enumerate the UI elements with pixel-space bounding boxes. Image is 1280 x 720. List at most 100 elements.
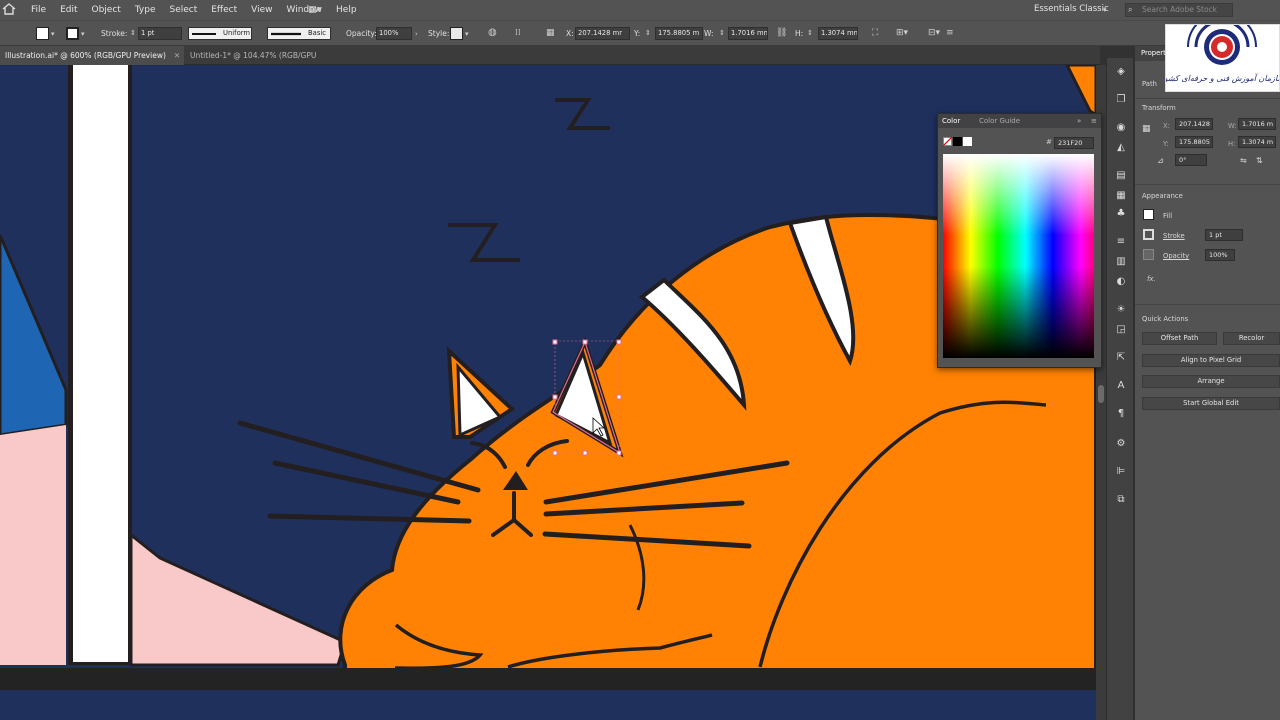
opacity-label[interactable]: Opacity [1163,252,1189,260]
flip-vertical-icon[interactable]: ⇅ [1256,156,1263,165]
transform-icon[interactable]: ⛶ [872,28,878,38]
w-field[interactable]: 1.7016 m [1238,118,1276,130]
variable-width-profile[interactable]: Uniform [188,27,252,40]
start-global-edit-button[interactable]: Start Global Edit [1142,397,1280,410]
color-spectrum[interactable] [943,154,1094,358]
isolate-icon[interactable]: ⊟▾ [928,28,940,38]
graphic-style-swatch[interactable] [450,27,463,40]
stroke-icon[interactable]: ≡ [1115,236,1127,248]
transparency-icon[interactable]: ◐ [1115,276,1127,288]
rotate-field[interactable]: 0° [1175,154,1207,166]
x-field[interactable]: 207.1428 m [1175,118,1213,130]
menu-object[interactable]: Object [85,0,128,20]
flip-horizontal-icon[interactable]: ⇋ [1240,156,1247,165]
stepper-icon[interactable]: ⇕ [807,28,813,38]
export-icon[interactable]: ⇱ [1115,352,1127,364]
offset-path-button[interactable]: Offset Path [1142,332,1217,345]
home-icon[interactable] [2,3,18,17]
chevron-down-icon[interactable]: ▾ [81,29,85,39]
menu-help[interactable]: Help [329,0,364,20]
recolor-artwork-icon[interactable]: ◍ [488,28,497,38]
search-input[interactable]: Search Adobe Stock [1125,3,1233,17]
menu-select[interactable]: Select [162,0,204,20]
pathfinder-icon[interactable]: ⧉ [1115,494,1127,506]
reference-point-icon[interactable]: ▦ [1142,124,1151,134]
chevron-right-icon[interactable]: › [415,29,418,39]
paragraph-icon[interactable]: ¶ [1115,408,1127,420]
fx-button[interactable]: fx. [1147,275,1156,283]
stroke-swatch[interactable] [1143,229,1154,240]
h-field[interactable]: 1.3074 m [1238,136,1276,148]
opacity-field[interactable]: 100% [1205,249,1235,261]
tab-untitled[interactable]: Untitled-1* @ 104.47% (RGB/GPU Preview)✕ [185,46,365,79]
tab-color[interactable]: Color [942,116,960,126]
w-field[interactable]: 1.7016 mm [728,27,768,40]
selection-handle[interactable] [552,394,558,400]
character-icon[interactable]: A [1115,380,1127,392]
tab-color-guide[interactable]: Color Guide [979,116,1020,126]
selection-handle[interactable] [616,450,622,456]
stroke-weight-field[interactable]: 1 pt [1205,229,1243,241]
y-field[interactable]: 175.8805 m [1175,136,1213,148]
selection-handle[interactable] [552,450,558,456]
stepper-icon[interactable]: ⇕ [130,28,136,38]
chevron-down-icon[interactable]: ▾ [465,29,469,39]
chevron-down-icon[interactable]: ▾ [51,29,55,39]
gradient-icon[interactable]: ▥ [1115,256,1127,268]
layers-icon[interactable]: ◈ [1115,66,1127,78]
scrollbar-thumb[interactable] [1098,385,1104,403]
menu-window[interactable]: Window [280,0,330,20]
close-icon[interactable]: ✕ [174,51,180,60]
align-panel-icon[interactable]: ⊫ [1115,466,1127,478]
arrange-documents-icon[interactable]: ▦▾ [308,5,321,15]
artboard-canvas[interactable] [0,65,1096,720]
settings-icon[interactable]: ⚙ [1115,438,1127,450]
fill-swatch[interactable] [36,27,49,40]
h-field[interactable]: 1.3074 mm [818,27,858,40]
fill-swatch[interactable] [1143,209,1154,220]
chevron-down-icon[interactable]: ▾ [1103,5,1107,15]
recolor-button[interactable]: Recolor [1223,332,1280,345]
opacity-field[interactable]: 100% [376,27,412,40]
properties-title[interactable]: Propert [1141,49,1166,57]
stepper-icon[interactable]: ⇕ [719,28,725,38]
x-field[interactable]: 207.1428 mr [575,27,630,40]
menu-edit[interactable]: Edit [53,0,84,20]
menu-type[interactable]: Type [128,0,163,20]
align-to-pixel-grid-button[interactable]: Align to Pixel Grid [1142,354,1280,367]
tab-illustration[interactable]: Illustration.ai* @ 600% (RGB/GPU Preview… [0,46,184,65]
align-icon[interactable]: ⁞⁞ [515,28,521,38]
appearance-icon[interactable]: ☀ [1115,304,1127,316]
white-swatch[interactable] [963,137,972,146]
panel-menu-icon[interactable]: ≡ [1091,116,1097,126]
reference-point-icon[interactable]: ▦ [546,28,555,38]
selection-handle[interactable] [582,450,588,456]
hex-input[interactable]: 231F20 [1054,137,1094,149]
menu-file[interactable]: File [24,0,53,20]
color-icon[interactable]: ◉ [1115,122,1127,134]
selection-handle[interactable] [616,394,622,400]
selection-handle[interactable] [552,339,558,345]
stroke-weight-field[interactable]: 1 pt [138,27,182,40]
constrain-proportions-icon[interactable]: ⛓ [776,28,787,38]
none-swatch[interactable] [943,137,952,146]
black-swatch[interactable] [953,137,962,146]
brush-definition[interactable]: Basic [267,27,331,40]
artboards-icon[interactable]: ❐ [1115,94,1127,106]
swatches-icon[interactable]: ▦ [1115,190,1127,202]
symbols-icon[interactable]: ♣ [1115,208,1127,220]
selection-handle[interactable] [582,339,588,345]
selection-handle[interactable] [616,339,622,345]
stepper-icon[interactable]: ⇕ [645,28,651,38]
stroke-swatch[interactable] [66,27,79,40]
color-guide-icon[interactable]: ◭ [1115,142,1127,154]
libraries-icon[interactable]: ▤ [1115,170,1127,182]
collapse-icon[interactable]: » [1077,116,1081,126]
menu-icon[interactable]: ≡ [946,28,954,38]
workspace-switcher[interactable]: Essentials Classic [1034,4,1109,14]
arrange-button[interactable]: Arrange [1142,375,1280,388]
opacity-swatch[interactable] [1143,249,1154,260]
graphic-styles-icon[interactable]: ◲ [1115,324,1127,336]
stroke-label[interactable]: Stroke [1163,232,1185,240]
shape-modes-icon[interactable]: ⊞▾ [896,28,908,38]
